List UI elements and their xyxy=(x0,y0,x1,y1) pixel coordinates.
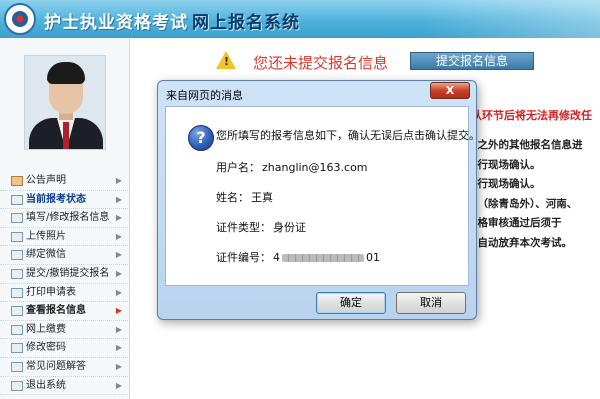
document-icon xyxy=(11,306,23,317)
confirm-dialog: 来自网页的消息 X ? 您所填写的报考信息如下，确认无误后点击确认提交。 用户名… xyxy=(157,80,480,320)
info-line: 进行现场确认。 xyxy=(467,178,541,191)
document-icon xyxy=(11,343,23,354)
info-line: 进行现场确认。 xyxy=(467,158,541,171)
menu-item-announcement[interactable]: 公告声明 ▶ xyxy=(0,172,130,191)
menu-item-label: 提交/撤销提交报名 xyxy=(26,267,110,279)
id-number-label: 证件编号： xyxy=(216,251,271,264)
menu-item-label: 查看报名信息 xyxy=(26,305,86,317)
arrow-right-icon: ▶ xyxy=(115,194,122,204)
arrow-right-icon: ▶ xyxy=(115,268,122,278)
menu-item-faq[interactable]: 常见问题解答 ▶ xyxy=(0,358,130,377)
masked-id-number xyxy=(282,254,364,262)
menu-item-current-status[interactable]: 当前报考状态 ▶ xyxy=(0,191,130,210)
document-icon xyxy=(11,324,23,335)
site-title: 护士执业资格考试 网上报名系统 xyxy=(44,8,300,33)
info-line: 号之外的其他报名信息进 xyxy=(467,139,583,151)
site-title-sub: 网上报名系统 xyxy=(192,13,300,33)
username-label: 用户名： xyxy=(216,161,260,174)
id-type-row: 证件类型： 身份证 xyxy=(216,219,306,235)
menu-item-label: 修改密码 xyxy=(26,342,66,354)
arrow-right-icon: ▶ xyxy=(115,380,122,390)
arrow-right-icon: ▶ xyxy=(115,250,122,260)
menu-item-submit-revoke[interactable]: 提交/撤销提交报名 ▶ xyxy=(0,265,130,284)
menu-item-change-password[interactable]: 修改密码 ▶ xyxy=(0,339,130,358)
question-icon: ? xyxy=(188,125,214,151)
site-title-main: 护士执业资格考试 xyxy=(44,13,188,33)
document-icon xyxy=(11,287,23,298)
dialog-title: 来自网页的消息 xyxy=(166,89,243,102)
header-decoration xyxy=(420,0,600,38)
dialog-body: ? 您所填写的报考信息如下，确认无误后点击确认提交。 用户名： zhanglin@… xyxy=(165,106,480,286)
arrow-right-icon: ▶ xyxy=(115,213,122,223)
menu-item-label: 退出系统 xyxy=(26,379,66,391)
menu-item-label: 公告声明 xyxy=(26,175,66,186)
menu-item-print-form[interactable]: 打印申请表 ▶ xyxy=(0,284,130,303)
id-number-suffix: 01 xyxy=(366,251,380,264)
menu-item-logout[interactable]: 退出系统 ▶ xyxy=(0,377,130,396)
logo xyxy=(4,3,36,35)
menu-item-label: 打印申请表 xyxy=(26,286,76,298)
document-icon xyxy=(11,194,23,205)
username-value: zhanglin@163.com xyxy=(262,161,368,174)
header: 护士执业资格考试 网上报名系统 xyxy=(0,0,600,38)
id-type-value: 身份证 xyxy=(273,221,306,234)
menu-item-label: 常见问题解答 xyxy=(26,360,86,372)
menu-item-bind-wechat[interactable]: 绑定微信 ▶ xyxy=(0,246,130,265)
menu-item-label: 当前报考状态 xyxy=(26,193,86,205)
document-icon xyxy=(11,361,23,372)
arrow-right-icon: ▶ xyxy=(115,324,122,334)
dialog-titlebar: 来自网页的消息 X xyxy=(158,81,476,105)
username-row: 用户名： zhanglin@163.com xyxy=(216,159,368,175)
submit-registration-button[interactable]: 提交报名信息 xyxy=(410,52,534,70)
info-line: 资格审核通过后须于 xyxy=(467,217,562,230)
arrow-right-icon: ▶ xyxy=(115,231,122,241)
id-number-row: 证件编号： 4 01 xyxy=(216,249,380,265)
menu-item-label: 填写/修改报名信息 xyxy=(26,212,110,224)
arrow-right-icon: ▶ xyxy=(115,306,122,316)
document-icon xyxy=(11,380,23,391)
document-icon xyxy=(11,250,23,261)
name-row: 姓名： 王真 xyxy=(216,189,273,205)
cancel-button[interactable]: 取消 xyxy=(396,292,466,314)
info-line: 为自动放弃本次考试。 xyxy=(467,236,572,249)
warning-icon: ! xyxy=(216,51,236,69)
home-icon xyxy=(11,176,23,186)
id-number-prefix: 4 xyxy=(273,251,280,264)
menu-item-upload-photo[interactable]: 上传照片 ▶ xyxy=(0,228,130,247)
info-line: 东（除青岛外）、河南、 xyxy=(467,197,578,210)
not-submitted-notice: 您还未提交报名信息 xyxy=(253,54,389,72)
arrow-right-icon: ▶ xyxy=(115,287,122,297)
menu-item-label: 上传照片 xyxy=(26,230,66,242)
warning-note: 认环节后将无法再修改任 xyxy=(471,109,592,122)
document-icon xyxy=(11,231,23,242)
arrow-right-icon: ▶ xyxy=(115,176,122,185)
document-icon xyxy=(11,268,23,279)
menu-item-label: 绑定微信 xyxy=(26,249,66,261)
sidebar-menu: 公告声明 ▶ 当前报考状态 ▶ 填写/修改报名信息 ▶ 上传照片 ▶ 绑定微信 ▶ 提交/… xyxy=(0,172,130,396)
name-value: 王真 xyxy=(251,191,273,204)
info-text: 号之外的其他报名信息进 进行现场确认。 进行现场确认。 东（除青岛外）、河南、 … xyxy=(467,136,597,254)
name-label: 姓名： xyxy=(216,191,249,204)
menu-item-label: 网上缴费 xyxy=(26,323,66,335)
close-button[interactable]: X xyxy=(430,82,470,99)
menu-item-edit-info[interactable]: 填写/修改报名信息 ▶ xyxy=(0,209,130,228)
menu-item-view-info[interactable]: 查看报名信息 ▶ xyxy=(0,302,130,321)
menu-item-online-payment[interactable]: 网上缴费 ▶ xyxy=(0,321,130,340)
user-photo xyxy=(24,55,106,150)
document-icon xyxy=(11,213,23,224)
arrow-right-icon: ▶ xyxy=(115,343,122,353)
arrow-right-icon: ▶ xyxy=(115,361,122,371)
ok-button[interactable]: 确定 xyxy=(316,292,386,314)
sidebar: 公告声明 ▶ 当前报考状态 ▶ 填写/修改报名信息 ▶ 上传照片 ▶ 绑定微信 ▶ 提交/… xyxy=(0,38,130,399)
id-type-label: 证件类型： xyxy=(216,221,271,234)
dialog-message: 您所填写的报考信息如下，确认无误后点击确认提交。 xyxy=(216,129,480,142)
